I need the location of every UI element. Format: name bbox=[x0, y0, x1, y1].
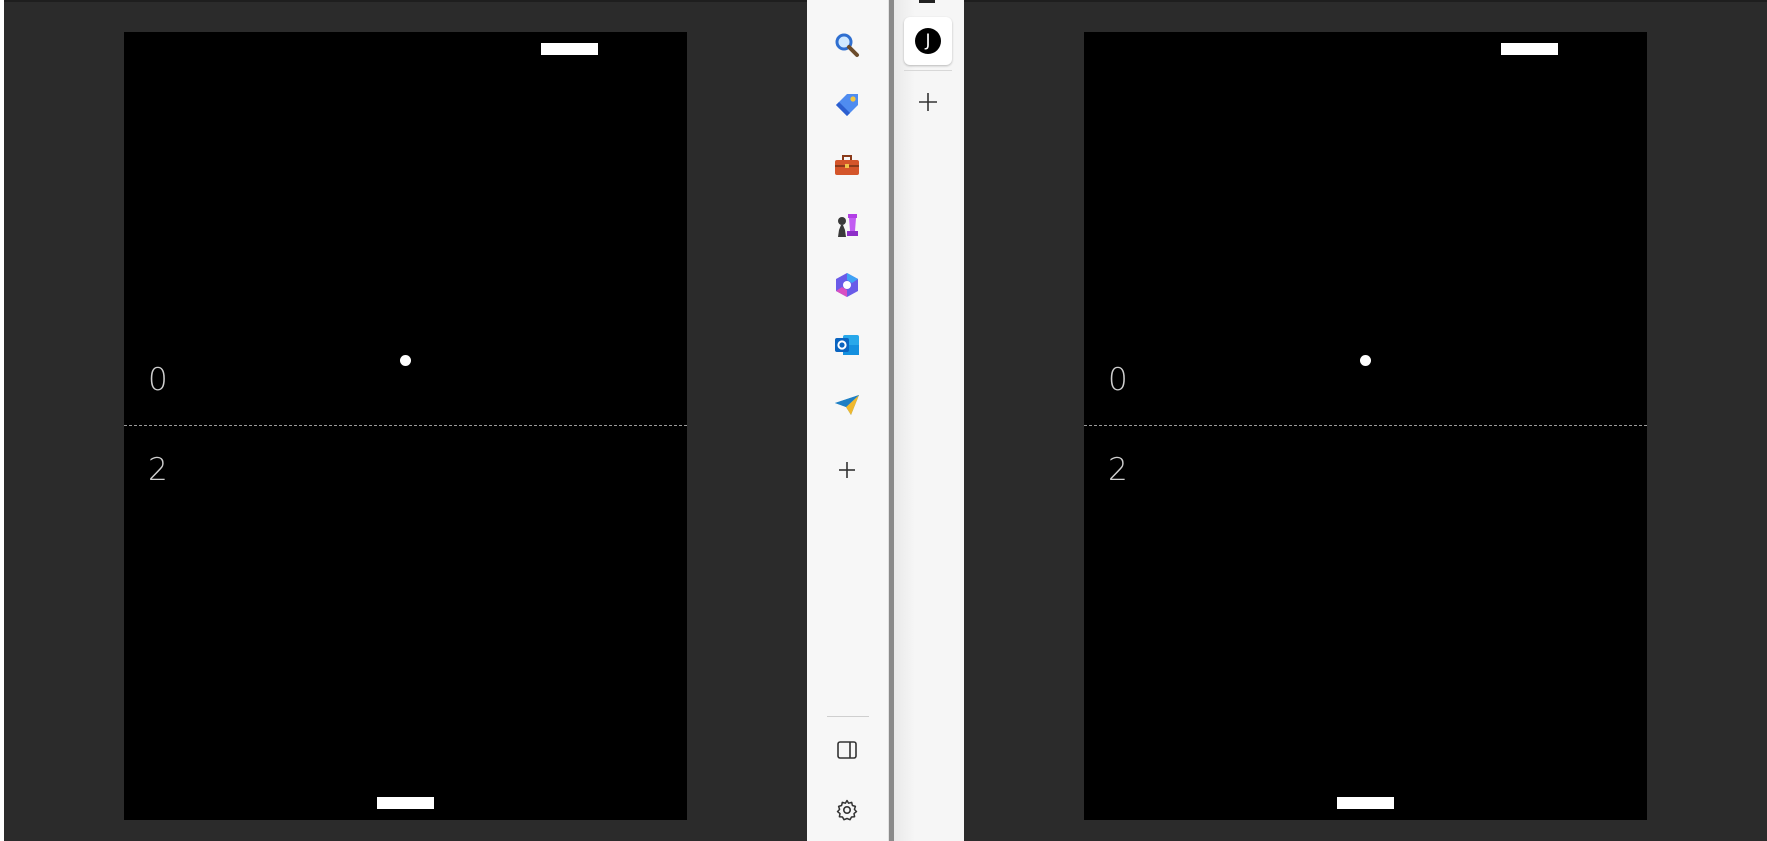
sidebar-add-button[interactable] bbox=[827, 450, 867, 490]
ball bbox=[400, 355, 411, 366]
top-paddle bbox=[1501, 43, 1558, 55]
paper-plane-icon bbox=[835, 395, 859, 415]
vertical-tab-strip: J bbox=[894, 0, 964, 841]
sidebar-item-shopping[interactable] bbox=[827, 85, 867, 125]
panel-icon bbox=[837, 741, 857, 759]
tab-favicon: J bbox=[915, 28, 941, 54]
bottom-paddle[interactable] bbox=[377, 797, 434, 809]
sidebar-item-drop[interactable] bbox=[827, 385, 867, 425]
browser-sidebar bbox=[807, 0, 889, 841]
plus-icon bbox=[839, 462, 855, 478]
center-line bbox=[1084, 425, 1647, 426]
tab-top-indicator bbox=[919, 0, 935, 3]
bottom-paddle[interactable] bbox=[1337, 797, 1394, 809]
right-game-pane: 0 2 bbox=[964, 0, 1767, 841]
score-top: 0 bbox=[1108, 362, 1128, 398]
gear-icon bbox=[836, 799, 858, 821]
pong-court[interactable]: 0 2 bbox=[124, 32, 687, 820]
score-top: 0 bbox=[148, 362, 168, 398]
active-tab[interactable]: J bbox=[904, 17, 952, 65]
hide-sidebar-button[interactable] bbox=[827, 730, 867, 770]
top-paddle bbox=[541, 43, 598, 55]
toolbox-icon bbox=[835, 155, 859, 175]
pong-court[interactable]: 0 2 bbox=[1084, 32, 1647, 820]
search-icon bbox=[835, 33, 859, 57]
center-line bbox=[124, 425, 687, 426]
settings-button[interactable] bbox=[827, 790, 867, 830]
sidebar-item-outlook[interactable] bbox=[827, 325, 867, 365]
new-tab-button[interactable] bbox=[908, 82, 948, 122]
left-game-pane: 0 2 bbox=[4, 0, 807, 841]
shopping-tag-icon bbox=[836, 94, 858, 116]
outlook-icon bbox=[835, 335, 859, 355]
sidebar-item-search[interactable] bbox=[827, 25, 867, 65]
tab-underline bbox=[904, 70, 952, 71]
ball bbox=[1360, 355, 1371, 366]
sidebar-separator bbox=[827, 716, 869, 717]
sidebar-item-games[interactable] bbox=[827, 205, 867, 245]
plus-icon bbox=[919, 93, 937, 111]
sidebar-item-microsoft-365[interactable] bbox=[827, 265, 867, 305]
score-bottom: 2 bbox=[1108, 452, 1128, 488]
sidebar-item-tools[interactable] bbox=[827, 145, 867, 185]
m365-icon bbox=[836, 273, 858, 297]
score-bottom: 2 bbox=[148, 452, 168, 488]
chess-icon bbox=[838, 214, 858, 237]
